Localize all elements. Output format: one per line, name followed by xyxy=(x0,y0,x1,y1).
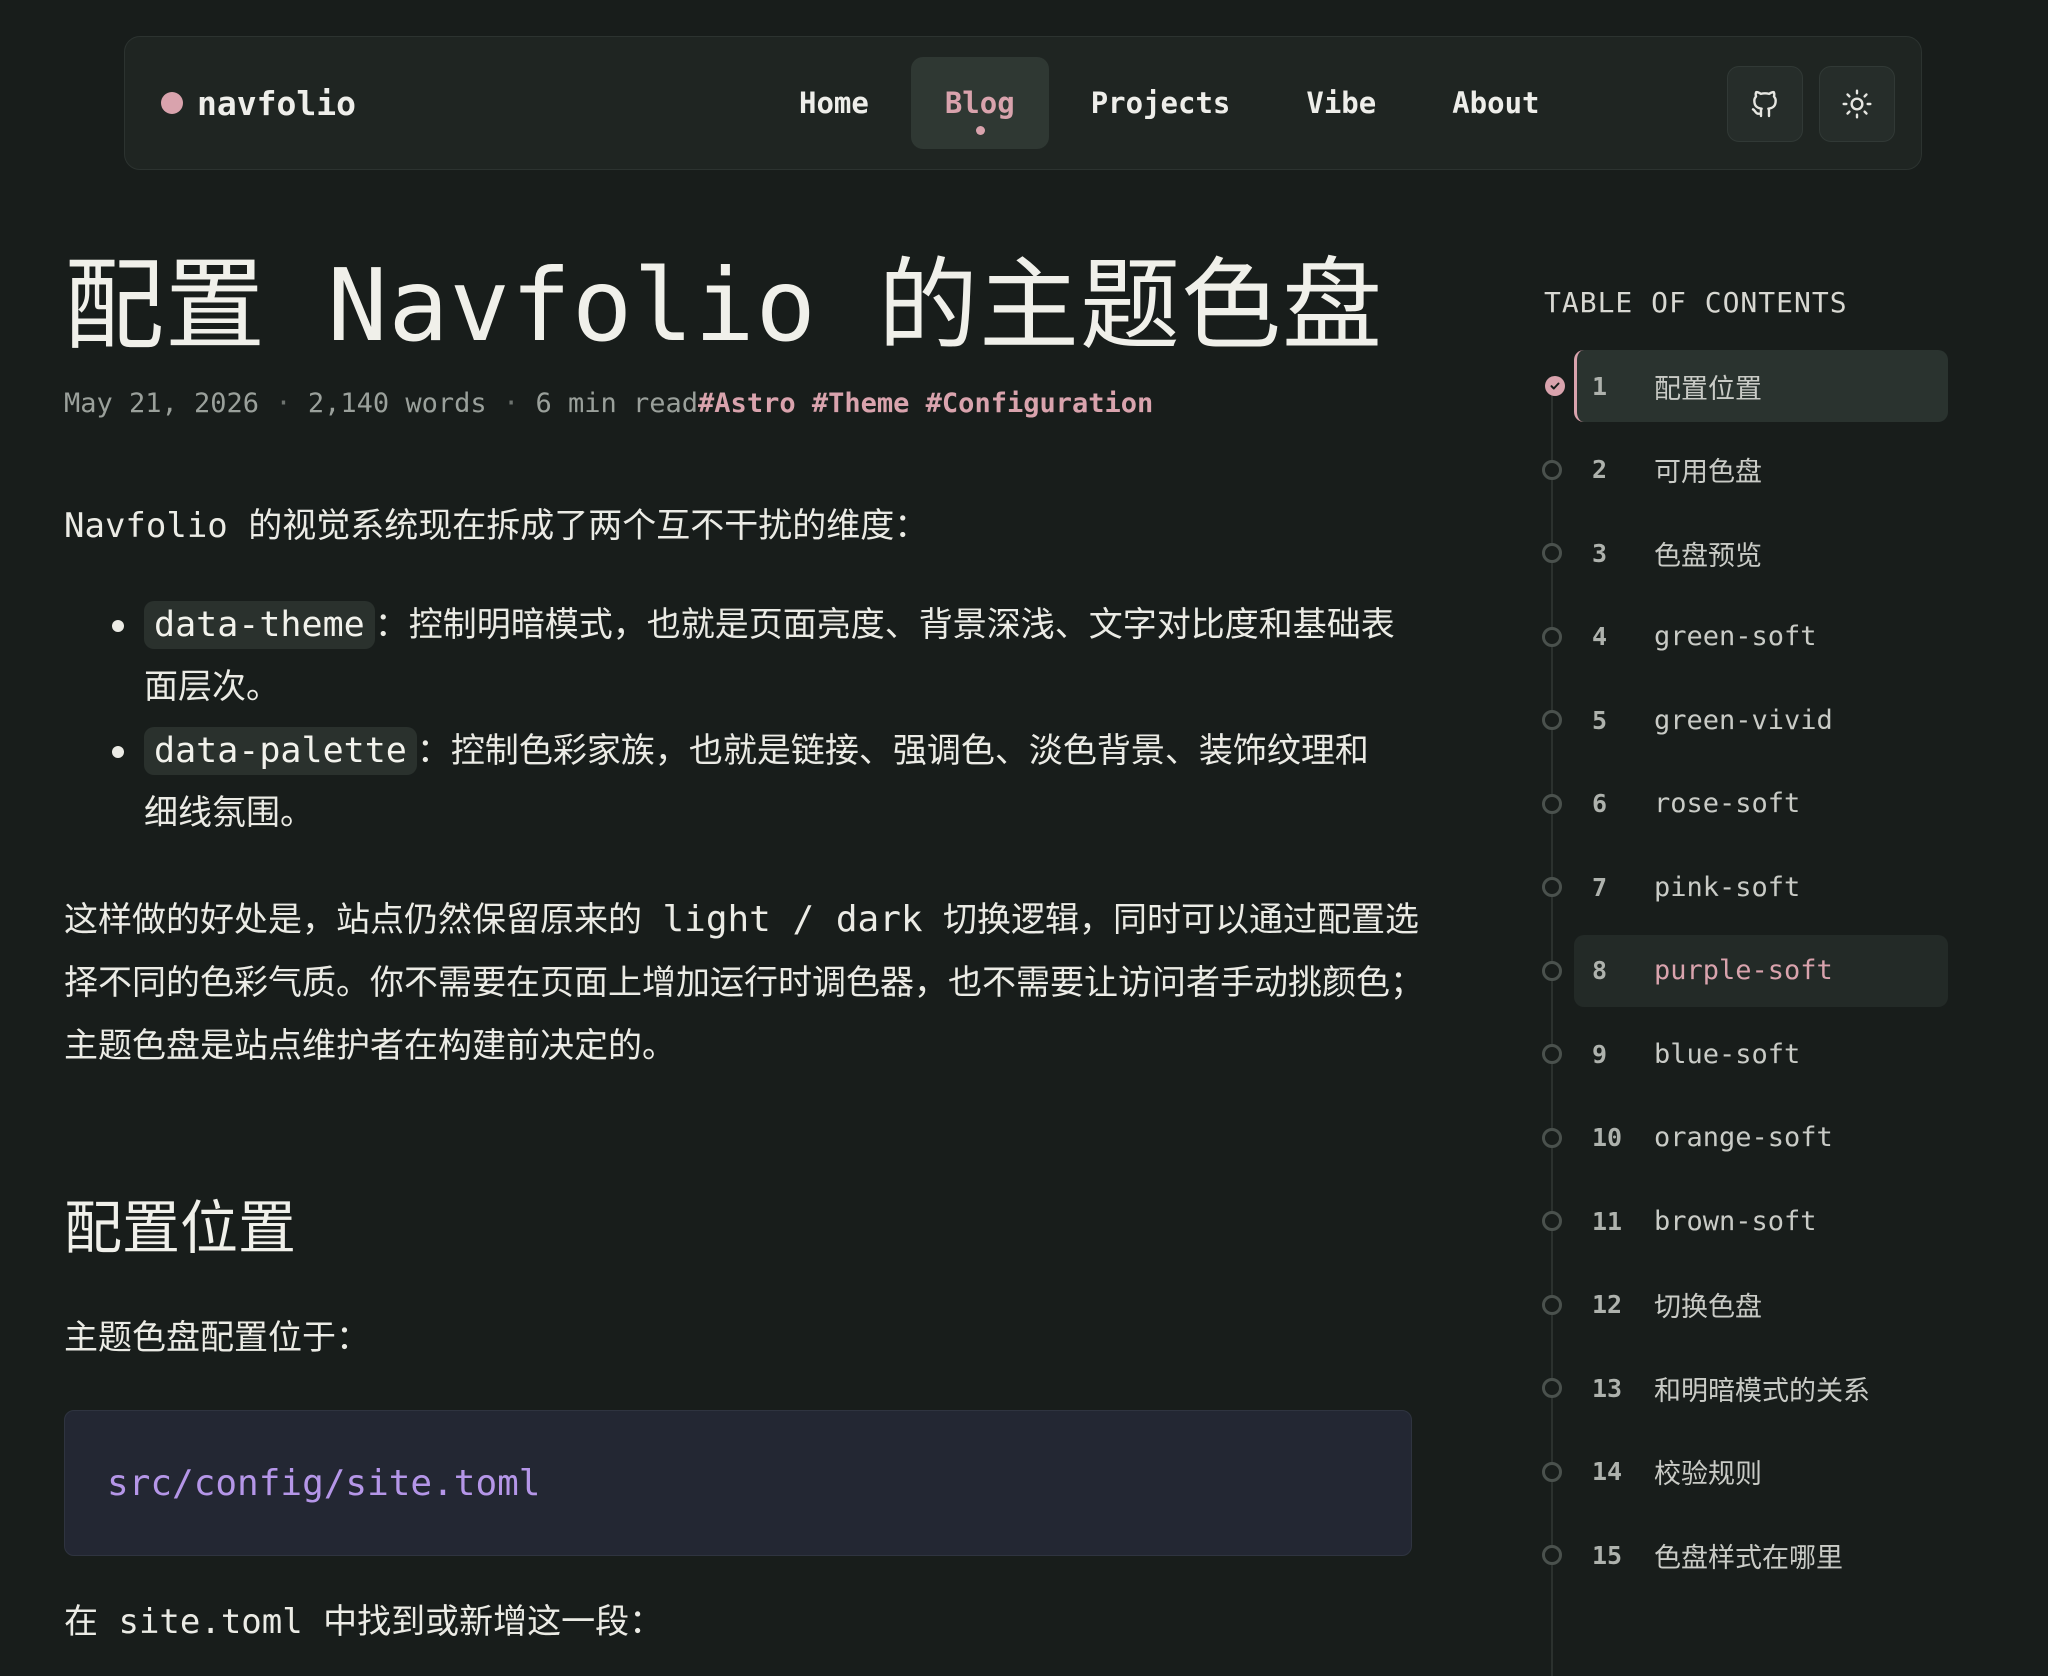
article-title: 配置 Navfolio 的主题色盘 xyxy=(64,247,1384,364)
toc-item[interactable]: 3 色盘预览 xyxy=(1542,517,1948,589)
circle-icon xyxy=(1542,1294,1562,1315)
toc-item-label: 配置位置 xyxy=(1654,373,1762,405)
tag-configuration[interactable]: #Configuration xyxy=(926,388,1154,419)
brand[interactable]: navfolio xyxy=(161,37,356,169)
inline-code: data-theme xyxy=(144,601,375,649)
toc-item[interactable]: 13 和明暗模式的关系 xyxy=(1542,1352,1948,1424)
dimension-list: data-theme ：控制明暗模式，也就是页面亮度、背景深浅、文字对比度和基础表… xyxy=(64,594,1396,846)
toc-item-number: 13 xyxy=(1592,1373,1623,1403)
github-button[interactable] xyxy=(1727,66,1803,142)
nav-home[interactable]: Home xyxy=(765,57,903,149)
toc-item[interactable]: 5 green-vivid xyxy=(1542,684,1948,756)
nav-about[interactable]: About xyxy=(1418,57,1573,149)
meta-date: May 21, 2026 xyxy=(64,388,260,419)
code-block[interactable]: src/config/site.toml xyxy=(64,1410,1412,1556)
circle-icon xyxy=(1542,793,1562,814)
toc-item[interactable]: 10 orange-soft xyxy=(1542,1102,1948,1174)
toc-item-label: green-soft xyxy=(1654,621,1817,652)
circle-icon xyxy=(1542,1461,1562,1482)
toc-item-label: green-vivid xyxy=(1654,704,1833,736)
toc-item-label: brown-soft xyxy=(1654,1205,1817,1237)
toc-item[interactable]: 6 rose-soft xyxy=(1542,768,1948,840)
toc-item[interactable]: 1 配置位置 xyxy=(1545,350,1948,422)
toc-item-label: 色盘样式在哪里 xyxy=(1654,1542,1843,1574)
toc-item[interactable]: 4 green-soft xyxy=(1542,601,1948,673)
circle-icon xyxy=(1542,960,1562,981)
toc-item-number: 7 xyxy=(1592,872,1608,902)
nav-vibe[interactable]: Vibe xyxy=(1272,57,1410,149)
toc-item-label: blue-soft xyxy=(1654,1038,1801,1070)
brand-name: navfolio xyxy=(197,83,356,123)
inline-code: data-palette xyxy=(144,727,417,775)
github-icon xyxy=(1751,90,1777,118)
body-paragraph: 主题色盘配置位于： xyxy=(64,1318,370,1358)
meta-separator: · xyxy=(275,388,292,419)
toc-item[interactable]: 9 blue-soft xyxy=(1542,1018,1948,1090)
main-nav: Home Blog Projects Vibe About xyxy=(765,57,1574,149)
toc-item[interactable]: 7 pink-soft xyxy=(1542,851,1948,923)
toc-item-label: orange-soft xyxy=(1654,1122,1833,1153)
tag-theme[interactable]: #Theme xyxy=(812,388,910,419)
toc-item-number: 3 xyxy=(1592,538,1608,568)
code-block-text: src/config/site.toml xyxy=(107,1462,541,1504)
toc-title: TABLE OF CONTENTS xyxy=(1544,286,1848,319)
toc-item-label: 校验规则 xyxy=(1654,1459,1762,1490)
toc-item-label: pink-soft xyxy=(1654,871,1801,903)
section-heading: 配置位置 xyxy=(64,1194,297,1262)
intro-paragraph: Navfolio 的视觉系统现在拆成了两个互不干扰的维度： xyxy=(64,506,929,546)
list-item: data-theme ：控制明暗模式，也就是页面亮度、背景深浅、文字对比度和基础表… xyxy=(112,594,1396,718)
toc-item-number: 15 xyxy=(1592,1540,1623,1570)
circle-icon xyxy=(1542,710,1562,730)
toc-item-number: 5 xyxy=(1592,705,1608,735)
toc-item-label: 色盘预览 xyxy=(1654,540,1762,572)
check-circle-icon xyxy=(1545,376,1565,396)
circle-icon xyxy=(1542,877,1562,897)
circle-icon xyxy=(1542,1545,1562,1565)
toc-item[interactable]: 2 可用色盘 xyxy=(1542,434,1948,506)
article-meta: May 21, 2026 · 2,140 words · 6 min read#… xyxy=(64,388,1153,419)
toc-item-number: 4 xyxy=(1592,622,1608,651)
toc-item[interactable]: 14 校验规则 xyxy=(1542,1436,1948,1508)
nav-projects[interactable]: Projects xyxy=(1057,57,1265,149)
body-paragraph-partial: 在 site.toml 中找到或新增这一段： xyxy=(64,1602,664,1642)
paragraph-text: 这样做的好处是，站点仍然保留原来的 xyxy=(64,900,663,940)
circle-icon xyxy=(1542,543,1562,563)
circle-icon xyxy=(1542,1044,1562,1064)
toc-item-number: 1 xyxy=(1592,371,1608,401)
tag-astro[interactable]: #Astro xyxy=(698,388,796,419)
meta-separator: · xyxy=(502,388,520,419)
toc-item[interactable]: 12 切换色盘 xyxy=(1542,1269,1948,1341)
toc-item-label: purple-soft xyxy=(1654,955,1833,986)
toc-item-number: 14 xyxy=(1592,1457,1623,1486)
inline-code: light / dark xyxy=(662,899,923,940)
toc-item[interactable]: 11 brown-soft xyxy=(1542,1185,1948,1257)
toc-item-number: 8 xyxy=(1592,956,1608,985)
toc-item-number: 12 xyxy=(1592,1290,1623,1319)
sun-icon xyxy=(1842,89,1872,119)
meta-read-time: 6 min read xyxy=(535,388,699,419)
toc-item-number: 10 xyxy=(1592,1123,1623,1152)
meta-words: 2,140 words xyxy=(307,388,487,419)
body-paragraph: 这样做的好处是，站点仍然保留原来的 light / dark 切换逻辑，同时可以… xyxy=(64,888,1424,1078)
circle-icon xyxy=(1542,1127,1562,1148)
toc-item-number: 2 xyxy=(1592,455,1608,484)
circle-icon xyxy=(1542,1378,1562,1398)
toc-item-number: 6 xyxy=(1592,789,1608,818)
toc-item[interactable]: 15 色盘样式在哪里 xyxy=(1542,1519,1948,1591)
circle-icon xyxy=(1542,1211,1562,1231)
site-header: navfolio Home Blog Projects Vibe About xyxy=(124,36,1922,170)
toc-item-label: 切换色盘 xyxy=(1654,1292,1762,1323)
theme-toggle-button[interactable] xyxy=(1819,66,1895,142)
list-item: data-palette ：控制色彩家族，也就是链接、强调色、淡色背景、装饰纹理和… xyxy=(112,720,1396,844)
toc-item-label: 和明暗模式的关系 xyxy=(1654,1375,1870,1407)
toc-item-number: 11 xyxy=(1592,1206,1623,1236)
circle-icon xyxy=(1542,626,1562,647)
toc-item-label: rose-soft xyxy=(1654,788,1801,819)
toc-item-number: 9 xyxy=(1592,1039,1608,1069)
circle-icon xyxy=(1542,459,1562,480)
nav-blog[interactable]: Blog xyxy=(910,57,1049,149)
toc-item[interactable]: 8 purple-soft xyxy=(1542,934,1948,1007)
brand-dot-icon xyxy=(161,92,183,114)
toc-item-label: 可用色盘 xyxy=(1654,457,1762,488)
